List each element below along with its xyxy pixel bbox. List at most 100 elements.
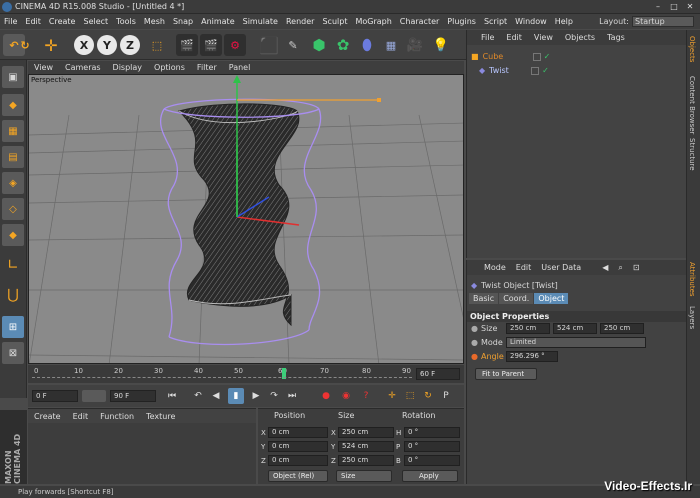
go-to-end-icon[interactable]: ⏭ bbox=[284, 388, 300, 404]
coord-rot-p-field[interactable]: 0 ° bbox=[404, 441, 460, 452]
render-view-icon[interactable]: 🎬 bbox=[176, 34, 198, 56]
coord-pos-z-field[interactable]: 0 cm bbox=[268, 455, 328, 466]
viewport-menu-panel[interactable]: Panel bbox=[223, 63, 257, 72]
close-button[interactable]: ✕ bbox=[684, 2, 696, 12]
menu-select[interactable]: Select bbox=[79, 14, 112, 29]
play-forwards-icon[interactable]: ▮ bbox=[228, 388, 244, 404]
menu-animate[interactable]: Animate bbox=[197, 14, 239, 29]
floor-icon[interactable]: ▦ bbox=[380, 34, 402, 56]
polygons-mode-icon[interactable]: ◆ bbox=[2, 224, 24, 246]
size-y-field[interactable]: 524 cm bbox=[552, 322, 597, 334]
frame-range-slider[interactable] bbox=[82, 390, 106, 402]
menu-character[interactable]: Character bbox=[396, 14, 444, 29]
object-row-twist[interactable]: ◆ Twist ✓ bbox=[467, 64, 685, 77]
menu-tools[interactable]: Tools bbox=[112, 14, 140, 29]
snap-enable-icon[interactable]: ⊞ bbox=[2, 316, 24, 338]
apply-button[interactable]: Apply bbox=[402, 470, 458, 482]
enabled-check-icon[interactable]: ✓ bbox=[544, 52, 551, 61]
viewport-menu-view[interactable]: View bbox=[28, 63, 59, 72]
size-x-field[interactable]: 250 cm bbox=[505, 322, 550, 334]
coord-size-z-field[interactable]: 250 cm bbox=[338, 455, 394, 466]
end-frame-field[interactable]: 90 F bbox=[110, 390, 156, 402]
cube-primitive-icon[interactable]: ⬛ bbox=[258, 34, 280, 56]
tab-object[interactable]: Object bbox=[534, 293, 569, 304]
axis-y-button[interactable]: Y bbox=[97, 35, 117, 55]
menu-create[interactable]: Create bbox=[45, 14, 80, 29]
magnet-icon[interactable]: ⋃ bbox=[2, 284, 24, 306]
side-tab-layers[interactable]: Layers bbox=[688, 306, 696, 329]
size-z-field[interactable]: 250 cm bbox=[599, 322, 644, 334]
coord-rot-h-field[interactable]: 0 ° bbox=[404, 427, 460, 438]
object-menu-file[interactable]: File bbox=[475, 33, 500, 42]
model-mode-icon[interactable]: ◆ bbox=[2, 94, 24, 116]
render-settings-icon[interactable]: ⚙ bbox=[224, 34, 246, 56]
previous-frame-icon[interactable]: ◀ bbox=[208, 388, 224, 404]
object-menu-tags[interactable]: Tags bbox=[601, 33, 631, 42]
viewport-menu-cameras[interactable]: Cameras bbox=[59, 63, 107, 72]
coord-rot-b-field[interactable]: 0 ° bbox=[404, 455, 460, 466]
maximize-button[interactable]: □ bbox=[668, 2, 680, 12]
timeline-end-field[interactable]: 60 F bbox=[416, 368, 460, 380]
menu-help[interactable]: Help bbox=[551, 14, 577, 29]
coord-size-y-field[interactable]: 524 cm bbox=[338, 441, 394, 452]
tab-basic[interactable]: Basic bbox=[469, 293, 499, 304]
side-tab-attributes[interactable]: Attributes bbox=[688, 262, 696, 297]
menu-script[interactable]: Script bbox=[480, 14, 511, 29]
material-menu-create[interactable]: Create bbox=[28, 412, 67, 421]
camera-icon[interactable]: 🎥 bbox=[404, 34, 426, 56]
tab-coord[interactable]: Coord. bbox=[499, 293, 534, 304]
menu-file[interactable]: File bbox=[0, 14, 21, 29]
menu-edit[interactable]: Edit bbox=[21, 14, 45, 29]
array-icon[interactable]: ✿ bbox=[332, 34, 354, 56]
coord-mode-dropdown[interactable]: Object (Rel) bbox=[268, 470, 328, 482]
axis-x-button[interactable]: X bbox=[74, 35, 94, 55]
material-menu-function[interactable]: Function bbox=[94, 412, 140, 421]
menu-window[interactable]: Window bbox=[511, 14, 551, 29]
timeline-ruler[interactable]: 0 10 20 30 40 50 60 70 80 90 60 F bbox=[28, 365, 464, 383]
spline-pen-icon[interactable]: ✎ bbox=[282, 34, 304, 56]
object-menu-objects[interactable]: Objects bbox=[559, 33, 601, 42]
coord-pos-x-field[interactable]: 0 cm bbox=[268, 427, 328, 438]
record-keys-icon[interactable]: ● bbox=[318, 388, 334, 404]
coord-size-dropdown[interactable]: Size bbox=[336, 470, 392, 482]
viewport-menu-filter[interactable]: Filter bbox=[191, 63, 223, 72]
make-editable-icon[interactable]: ▣ bbox=[2, 66, 24, 88]
texture-mode-icon[interactable]: ▦ bbox=[2, 120, 24, 142]
lock-icon[interactable]: ⊡ bbox=[633, 263, 640, 272]
edges-mode-icon[interactable]: ◇ bbox=[2, 198, 24, 220]
position-key-icon[interactable]: ✛ bbox=[384, 388, 400, 404]
material-menu-texture[interactable]: Texture bbox=[140, 412, 181, 421]
move-tool-icon[interactable]: ✛ bbox=[40, 34, 62, 56]
visibility-toggle[interactable] bbox=[531, 66, 540, 75]
object-menu-view[interactable]: View bbox=[528, 33, 559, 42]
material-menu-edit[interactable]: Edit bbox=[67, 412, 95, 421]
enabled-check-icon[interactable]: ✓ bbox=[542, 66, 549, 75]
previous-key-icon[interactable]: ↶ bbox=[190, 388, 206, 404]
rotate-tool-icon[interactable]: ↻ bbox=[14, 34, 36, 56]
render-picture-viewer-icon[interactable]: 🎬 bbox=[200, 34, 222, 56]
workplane-mode-icon[interactable]: ▤ bbox=[2, 146, 24, 168]
coord-pos-y-field[interactable]: 0 cm bbox=[268, 441, 328, 452]
coord-size-x-field[interactable]: 250 cm bbox=[338, 427, 394, 438]
visibility-toggle[interactable] bbox=[532, 52, 541, 61]
light-icon[interactable]: 💡 bbox=[430, 34, 452, 56]
object-row-cube[interactable]: ■ Cube ✓ bbox=[467, 50, 685, 63]
attr-menu-mode[interactable]: Mode bbox=[479, 263, 511, 272]
keyframe-selection-icon[interactable]: ? bbox=[358, 388, 374, 404]
side-tab-objects[interactable]: Objects bbox=[688, 36, 696, 62]
next-frame-icon[interactable]: ▶ bbox=[248, 388, 264, 404]
menu-mograph[interactable]: MoGraph bbox=[351, 14, 395, 29]
menu-mesh[interactable]: Mesh bbox=[140, 14, 169, 29]
angle-keyframe-icon[interactable]: ● bbox=[471, 352, 478, 361]
viewport-menu-options[interactable]: Options bbox=[148, 63, 191, 72]
object-menu-edit[interactable]: Edit bbox=[500, 33, 528, 42]
points-mode-icon[interactable]: ◈ bbox=[2, 172, 24, 194]
rotation-key-icon[interactable]: ↻ bbox=[420, 388, 436, 404]
parameter-key-icon[interactable]: P bbox=[438, 388, 454, 404]
go-to-start-icon[interactable]: ⏮ bbox=[164, 388, 180, 404]
workplane-icon[interactable]: ⊠ bbox=[2, 342, 24, 364]
viewport[interactable]: Perspective bbox=[28, 74, 464, 364]
next-key-icon[interactable]: ↷ bbox=[266, 388, 282, 404]
menu-plugins[interactable]: Plugins bbox=[443, 14, 480, 29]
menu-simulate[interactable]: Simulate bbox=[239, 14, 282, 29]
